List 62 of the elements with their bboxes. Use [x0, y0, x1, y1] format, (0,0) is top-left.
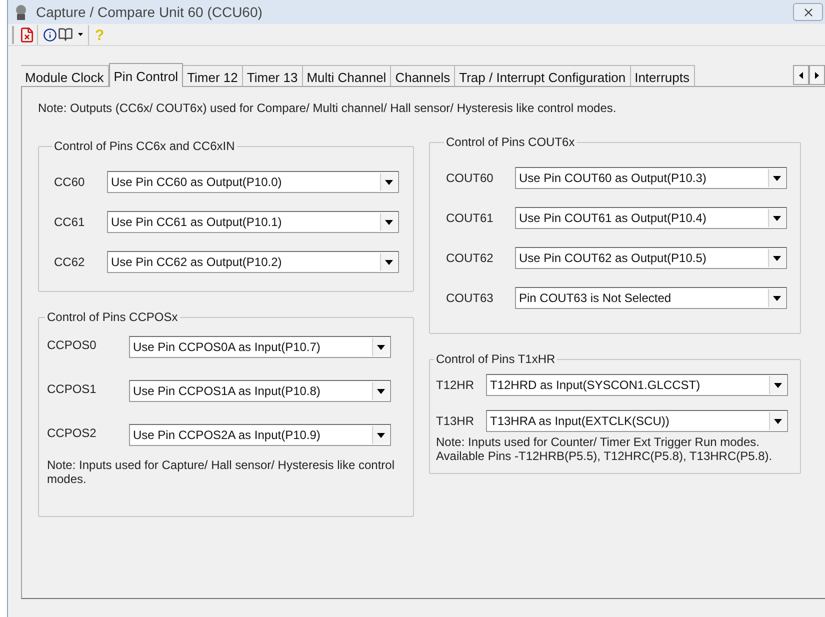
close-icon [802, 6, 814, 18]
caret-icon [78, 33, 83, 36]
field-label: CCPOS1 [47, 381, 98, 398]
tab[interactable]: Channels [391, 65, 456, 86]
document-x-icon [18, 26, 34, 42]
tab[interactable]: Timer 12 [183, 65, 243, 86]
field-label: CC61 [54, 214, 86, 231]
group-title: Control of Pins CC6x and CC6xIN [53, 138, 236, 155]
dropdown-arrow-icon [385, 220, 393, 224]
tab[interactable]: Interrupts [630, 65, 694, 86]
select-field[interactable]: Use Pin COUT60 as Output(P10.3) [515, 167, 787, 189]
select-field[interactable]: Use Pin CCPOS2A as Input(P10.9) [129, 424, 391, 446]
field-label: CC62 [54, 254, 86, 271]
tab[interactable]: Pin Control [108, 63, 184, 87]
field-label: T13HR [436, 413, 476, 430]
dropdown-arrow-icon [377, 432, 385, 438]
scroll-left-button[interactable] [793, 65, 809, 85]
field-label: COUT60 [446, 170, 494, 187]
select-field[interactable]: Use Pin COUT62 as Output(P10.5) [515, 247, 787, 269]
tab[interactable]: Multi Channel [302, 65, 392, 86]
tab[interactable]: Module Clock [21, 65, 109, 86]
note-text: Note: Inputs used for Counter/ Timer Ext Trigger Run modes. Available Pins -T12HRB(P5.5), T12HRC(P5.8), T13HRC(P5.8). [436, 435, 774, 463]
field-label: CC60 [54, 174, 86, 191]
dropdown-arrow-icon [385, 180, 393, 184]
dropdown-arrow-icon [774, 418, 782, 424]
select-field[interactable]: Pin COUT63 is Not Selected [515, 287, 787, 309]
dropdown-arrow-icon [773, 216, 781, 220]
tab[interactable]: Trap / Interrupt Configuration [455, 65, 631, 86]
select-field[interactable]: Use Pin CCPOS1A as Input(P10.8) [129, 380, 391, 402]
select-field[interactable]: Use Pin CC62 as Output(P10.2) [107, 251, 399, 273]
window-title: Capture / Compare Unit 60 (CCU60) [36, 2, 262, 22]
left-arrow-icon [799, 72, 803, 78]
field-label: CCPOS0 [47, 337, 98, 354]
group-title: Control of Pins CCPOSx [46, 309, 179, 326]
note-text: Note: Inputs used for Capture/ Hall sensor/ Hysteresis like control modes. [47, 458, 396, 486]
dropdown-arrow-icon [385, 260, 393, 264]
select-field[interactable]: Use Pin COUT61 as Output(P10.4) [515, 207, 787, 229]
select-field[interactable]: Use Pin CC60 as Output(P10.0) [107, 171, 399, 193]
field-label: T12HR [436, 377, 476, 394]
right-arrow-icon [815, 72, 819, 78]
dropdown-arrow-icon [377, 388, 385, 394]
select-field[interactable]: Use Pin CCPOS0A as Input(P10.7) [129, 336, 391, 358]
select-field[interactable]: Use Pin CC61 as Output(P10.1) [107, 211, 399, 233]
field-label: CCPOS2 [47, 425, 98, 442]
field-label: COUT62 [446, 250, 494, 267]
dropdown-arrow-icon [773, 296, 781, 300]
dropdown-arrow-icon [773, 256, 781, 260]
note-text: Note: Outputs (CC6x/ COUT6x) used for Compare/ Multi channel/ Hall sensor/ Hysteresis like control modes. [38, 100, 618, 117]
select-field[interactable]: T12HRD as Input(SYSCON1.GLCCST) [486, 374, 788, 396]
field-label: COUT61 [446, 210, 494, 227]
info-icon [43, 28, 57, 42]
scroll-right-button[interactable] [809, 65, 825, 85]
select-field[interactable]: T13HRA as Input(EXTCLK(SCU)) [486, 410, 788, 432]
close-button[interactable] [793, 3, 823, 21]
book-icon [58, 27, 73, 42]
field-label: COUT63 [446, 290, 494, 307]
dropdown-arrow-icon [773, 176, 781, 180]
dropdown-arrow-icon [774, 382, 782, 388]
group-title: Control of Pins T1xHR [435, 351, 556, 368]
tab[interactable]: Timer 13 [242, 65, 303, 86]
group-title: Control of Pins COUT6x [445, 134, 576, 151]
dropdown-arrow-icon [377, 344, 385, 350]
